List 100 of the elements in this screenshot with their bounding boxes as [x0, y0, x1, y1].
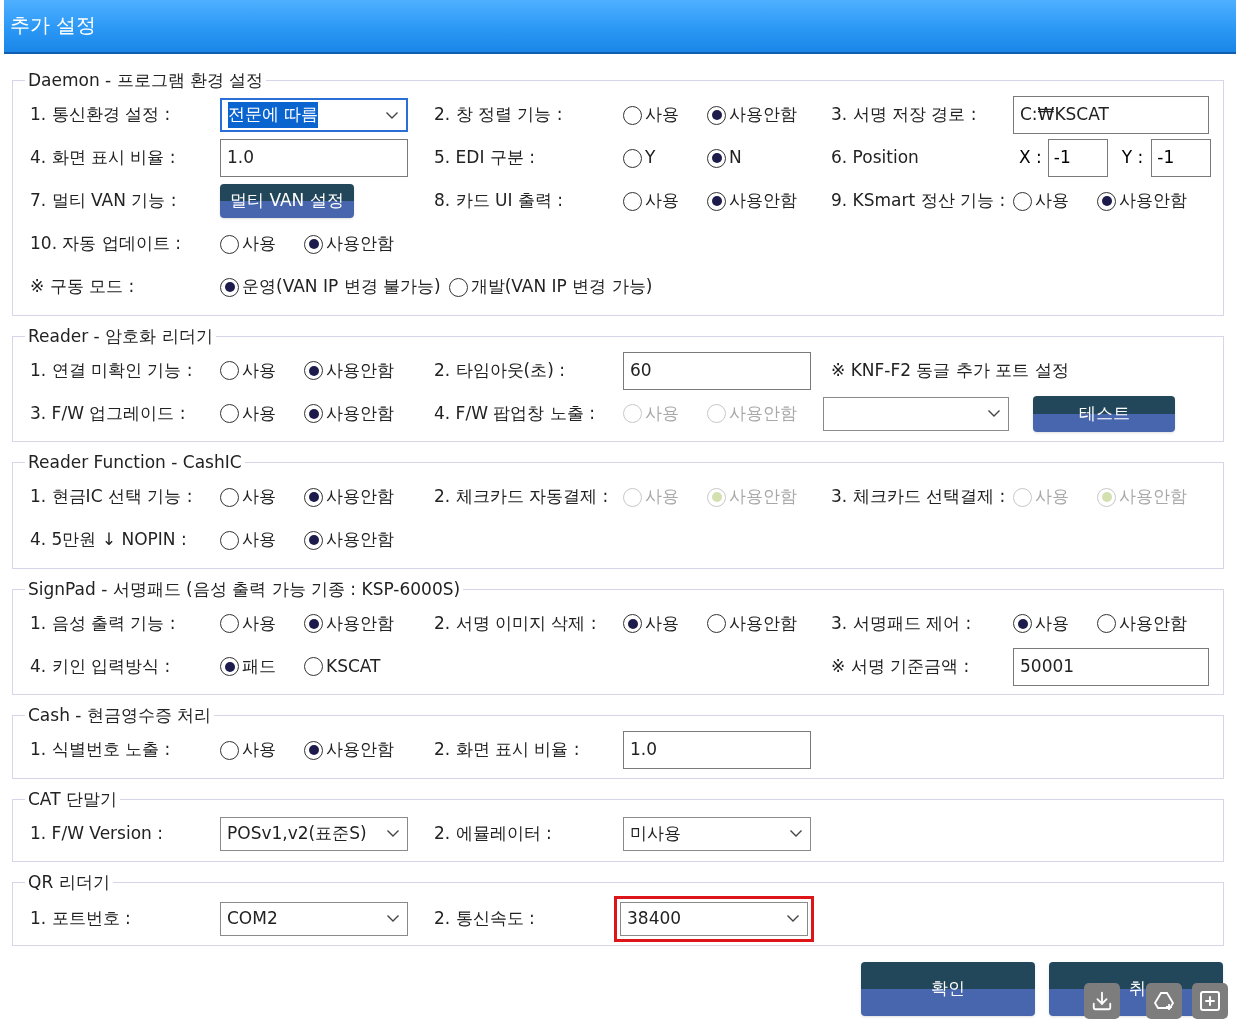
input-field[interactable]: C:₩KSCAT: [1013, 96, 1209, 134]
download-icon[interactable]: [1084, 983, 1120, 1019]
dropdown[interactable]: POSv1,v2(표준S): [220, 816, 408, 851]
coordinate-label: Y :: [1121, 146, 1144, 170]
radio-option[interactable]: 사용안함: [304, 357, 402, 384]
radio-option[interactable]: 사용안함: [707, 102, 805, 128]
chevron-down-icon: [988, 410, 1000, 417]
radio-option[interactable]: 사용: [220, 610, 304, 637]
group-title: Daemon - 프로그램 환경 설정: [27, 69, 265, 92]
input-field[interactable]: -1: [1047, 139, 1108, 177]
radio-option[interactable]: 사용: [220, 400, 304, 427]
radio-option[interactable]: 사용안함: [304, 484, 402, 510]
radio-option[interactable]: 사용안함: [1097, 610, 1195, 637]
dropdown[interactable]: [823, 396, 1009, 431]
group-title: Reader - 암호화 리더기: [27, 324, 214, 348]
field-label: 7. 멀티 VAN 기능 :: [29, 189, 178, 213]
field-label: 2. 체크카드 자동결제 :: [433, 485, 610, 509]
dialog-button[interactable]: 확인: [861, 961, 1035, 1016]
radio-option[interactable]: KSCAT: [304, 653, 389, 680]
field-label: ※ 서명 기준금액 :: [830, 654, 971, 678]
field-label: 5. EDI 구분 :: [433, 146, 536, 170]
dropdown[interactable]: 전문에 따름: [220, 98, 408, 132]
field-label: 3. 체크카드 선택결제 :: [830, 485, 1007, 509]
field-label: 4. 키인 입력방식 :: [29, 654, 172, 678]
input-field[interactable]: -1: [1151, 139, 1212, 177]
field-label: 10. 자동 업데이트 :: [29, 232, 182, 256]
radio-option[interactable]: 사용안함: [304, 400, 402, 427]
radio-option[interactable]: 사용: [623, 610, 707, 637]
radio-option[interactable]: Y: [623, 145, 707, 171]
field-label: 1. 연결 미확인 기능 :: [29, 358, 194, 382]
field-label: 3. 서명 저장 경로 :: [830, 103, 978, 127]
field-label: 4. 화면 표시 비율 :: [29, 146, 177, 170]
radio-option[interactable]: 사용: [220, 231, 304, 257]
radio-option[interactable]: N: [707, 145, 791, 171]
input-field[interactable]: 1.0: [623, 731, 811, 769]
dropdown-value: 38400: [627, 906, 682, 930]
dropdown-value: POSv1,v2(표준S): [227, 821, 367, 845]
dropdown-value: 전문에 따름: [228, 102, 319, 128]
field-label: 2. 타임아웃(초) :: [433, 358, 567, 382]
field-label: 2. 창 정렬 기능 :: [433, 103, 564, 127]
field-label: 1. 포트번호 :: [29, 906, 132, 930]
field-label: 1. F/W Version :: [29, 821, 164, 845]
radio-option[interactable]: 사용: [220, 357, 304, 384]
radio-option[interactable]: 사용안함: [707, 188, 805, 214]
chevron-down-icon: [787, 915, 799, 922]
field-label: 3. F/W 업그레이드 :: [29, 401, 187, 425]
radio-option[interactable]: 사용안함: [304, 527, 402, 553]
radio-option[interactable]: 사용: [623, 102, 707, 128]
field-label: 1. 통신환경 설정 :: [29, 103, 172, 127]
radio-option[interactable]: 패드: [220, 653, 304, 680]
field-label: 2. 에뮬레이터 :: [433, 821, 553, 845]
input-field[interactable]: 50001: [1013, 647, 1209, 686]
field-label: 1. 음성 출력 기능 :: [29, 611, 177, 635]
group-title: Cash - 현금영수증 처리: [27, 704, 213, 727]
field-label: 8. 카드 UI 출력 :: [433, 189, 565, 213]
dropdown[interactable]: COM2: [220, 901, 408, 936]
radio-option[interactable]: 사용안함: [304, 610, 402, 637]
dropdown[interactable]: 미사용: [623, 816, 811, 851]
field-label: 4. 5만원 ↓ NOPIN :: [29, 528, 188, 552]
dropdown-value: COM2: [227, 906, 278, 930]
action-button[interactable]: 테스트: [1033, 395, 1175, 432]
dropdown[interactable]: 38400: [620, 901, 808, 936]
radio-option[interactable]: 사용: [220, 484, 304, 510]
field-label: 9. KSmart 정산 기능 :: [830, 189, 1007, 213]
window-title: 추가 설정: [10, 12, 97, 39]
action-button[interactable]: 멀티 VAN 설정: [220, 184, 354, 218]
field-label: 2. 화면 표시 비율 :: [433, 738, 581, 762]
radio-option[interactable]: 사용안함: [304, 231, 402, 257]
dropdown-value: 미사용: [630, 821, 681, 845]
coordinate-label: X :: [1019, 146, 1042, 170]
chevron-down-icon: [790, 830, 802, 837]
chevron-down-icon: [387, 915, 399, 922]
add-square-icon[interactable]: [1192, 983, 1228, 1019]
group-title: SignPad - 서명패드 (음성 출력 가능 기종 : KSP-6000S): [27, 577, 462, 601]
radio-option[interactable]: 개발(VAN IP 변경 가능): [448, 274, 661, 300]
radio-option[interactable]: 사용: [1013, 610, 1097, 637]
field-label: 6. Position: [830, 146, 920, 170]
field-label: ※ 구동 모드 :: [29, 275, 136, 299]
field-label: 4. F/W 팝업창 노출 :: [433, 401, 596, 425]
input-field[interactable]: 1.0: [220, 139, 408, 177]
radio-option[interactable]: 운영(VAN IP 변경 불가능): [220, 274, 449, 300]
chevron-down-icon: [387, 830, 399, 837]
radio-option[interactable]: 사용: [220, 737, 304, 763]
radio-option[interactable]: 사용안함: [1097, 188, 1195, 214]
radio-option[interactable]: 사용: [220, 527, 304, 553]
group-title: QR 리더기: [27, 871, 111, 894]
group-title: Reader Function - CashIC: [27, 451, 243, 474]
radio-option[interactable]: 사용: [1013, 188, 1097, 214]
field-label: 1. 식별번호 노출 :: [29, 738, 172, 762]
field-label: 2. 서명 이미지 삭제 :: [433, 611, 598, 635]
radio-option[interactable]: 사용: [623, 188, 707, 214]
group-title: CAT 단말기: [27, 787, 118, 811]
radio-option[interactable]: 사용안함: [707, 610, 805, 637]
input-field[interactable]: 60: [623, 351, 811, 390]
field-label: ※ KNF-F2 동글 추가 포트 설정: [830, 358, 1070, 382]
field-label: 2. 통신속도 :: [433, 906, 536, 930]
field-label: 3. 서명패드 제어 :: [830, 611, 973, 635]
chevron-down-icon: [386, 111, 398, 119]
radio-option[interactable]: 사용안함: [304, 737, 402, 763]
field-label: 1. 현금IC 선택 기능 :: [29, 485, 194, 509]
